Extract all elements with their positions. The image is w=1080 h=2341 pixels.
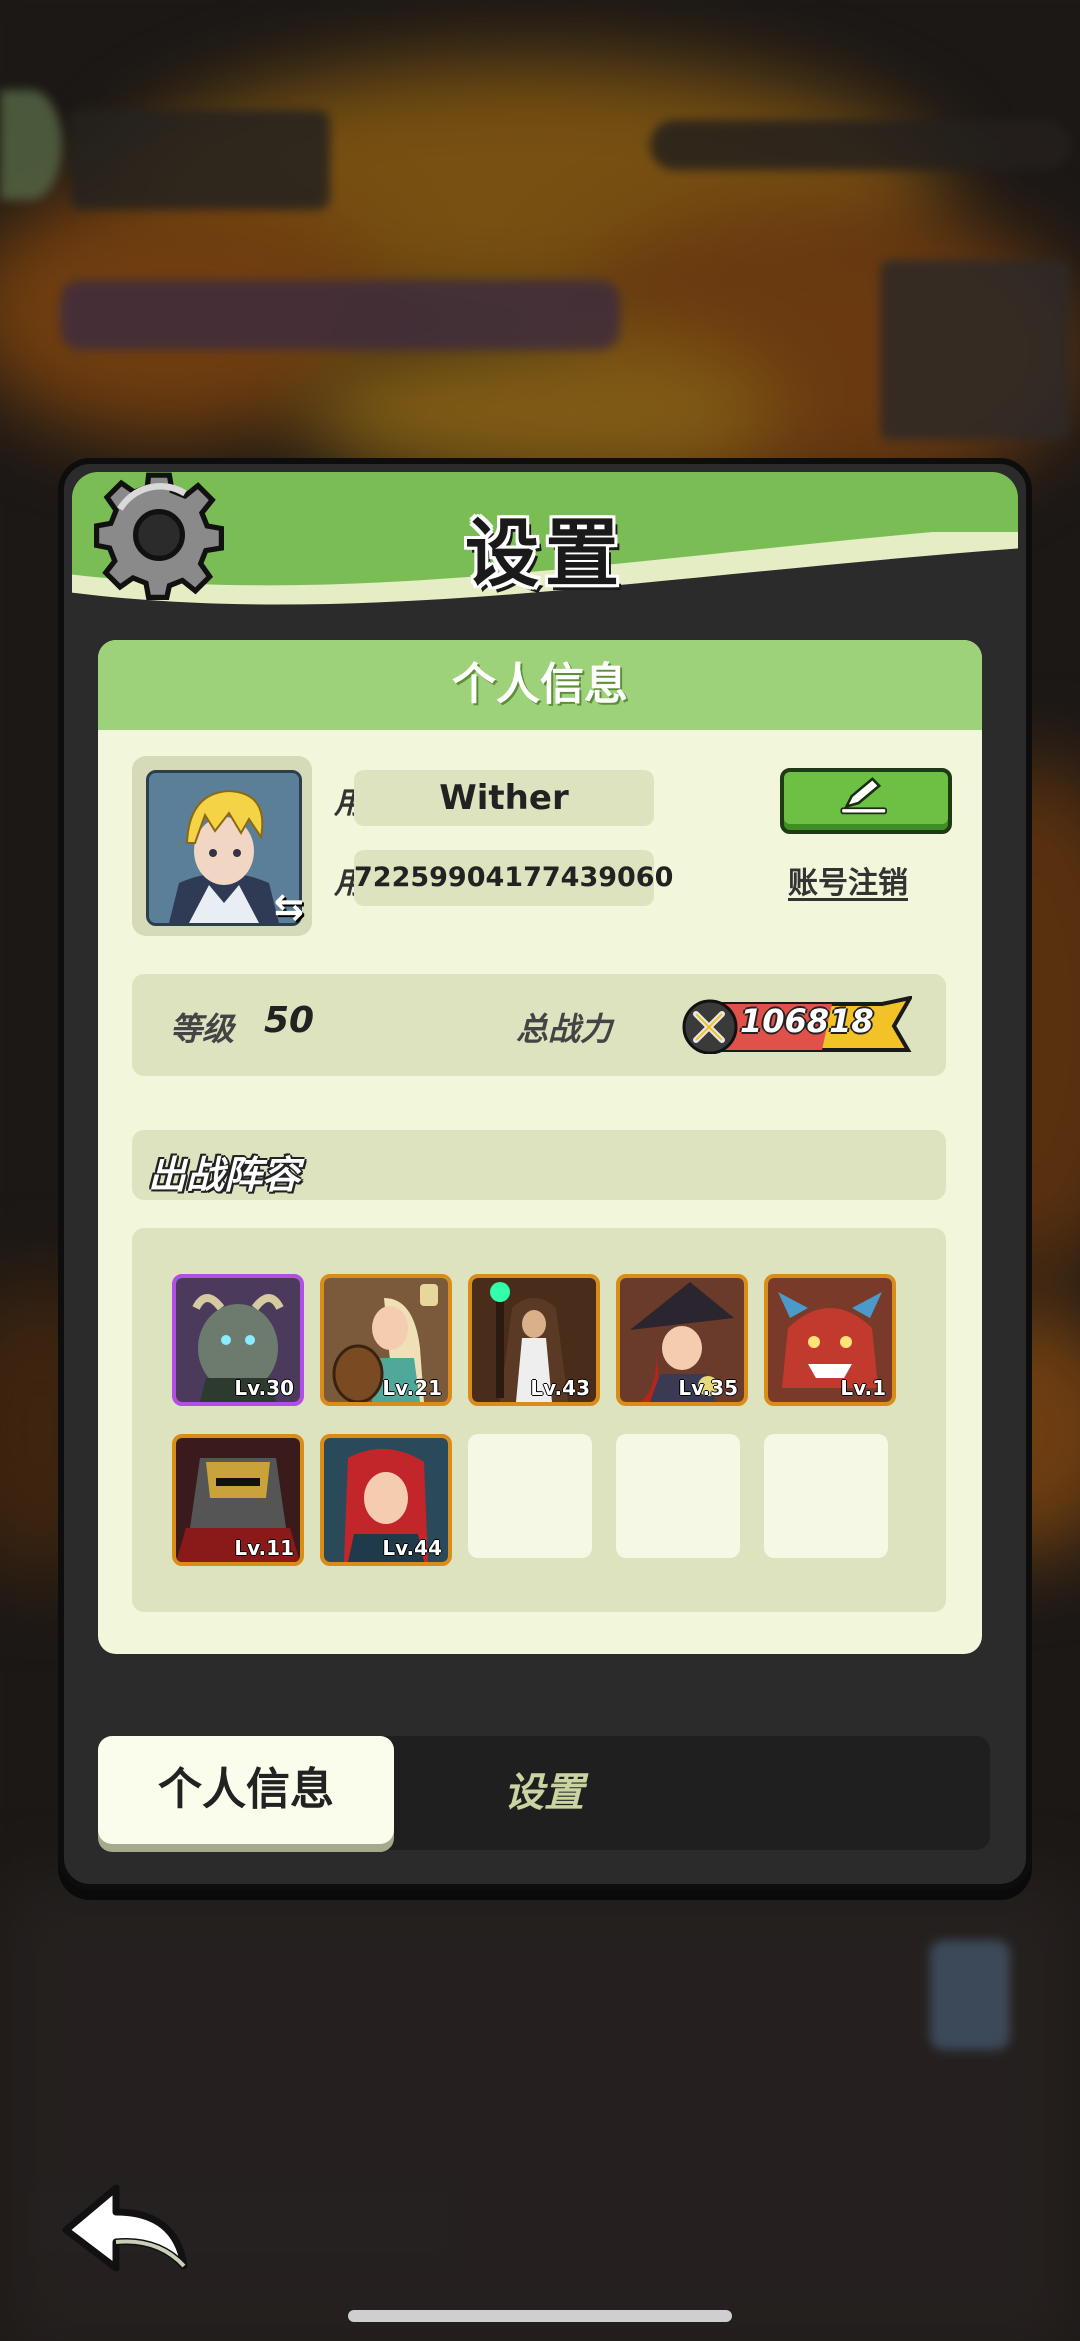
empty-slot[interactable] xyxy=(764,1434,888,1558)
hero-level: Lv.44 xyxy=(382,1536,442,1560)
hero-slot-4[interactable]: Lv.35 xyxy=(616,1274,748,1406)
power-value: 106818 xyxy=(740,1002,874,1040)
home-indicator[interactable] xyxy=(348,2310,732,2322)
panel-title: 个人信息 xyxy=(98,640,982,730)
swap-icon[interactable]: ⇆ xyxy=(274,887,304,928)
personal-info-panel: 个人信息 ⇆ 用户昵称 Wither xyxy=(98,640,982,1654)
empty-slot[interactable] xyxy=(616,1434,740,1558)
hero-slot-1[interactable]: Lv.30 xyxy=(172,1274,304,1406)
hero-slot-6[interactable]: Lv.11 xyxy=(172,1434,304,1566)
hero-level: Lv.11 xyxy=(234,1536,294,1560)
user-id-field: 72259904177439060 xyxy=(354,850,673,906)
level-label: 等级 xyxy=(170,1010,235,1048)
tab-personal-info[interactable]: 个人信息 xyxy=(98,1736,394,1844)
hero-slot-7[interactable]: Lv.44 xyxy=(320,1434,452,1566)
hero-level: Lv.43 xyxy=(530,1376,590,1400)
hero-level: Lv.1 xyxy=(840,1376,886,1400)
edit-nickname-button[interactable] xyxy=(780,768,952,834)
settings-modal: 设置 个人信息 ⇆ Wither 72259904177439060 账号注销 … xyxy=(58,458,1032,1890)
stats-row: 等级 50 总战力 106818 xyxy=(132,974,946,1076)
avatar-frame[interactable]: ⇆ xyxy=(132,756,312,936)
cancel-account-link[interactable]: 账号注销 xyxy=(788,858,908,902)
power-label: 总战力 xyxy=(516,1010,613,1048)
tab-settings[interactable]: 设置 xyxy=(394,1736,694,1850)
back-arrow-icon[interactable] xyxy=(58,2178,198,2278)
edit-pencil-icon xyxy=(840,777,887,815)
hero-slot-2[interactable]: Lv.21 xyxy=(320,1274,452,1406)
lineup-grid: Lv.30 Lv.21 Lv.43 Lv.35 Lv.1 Lv.11 Lv.44 xyxy=(132,1228,946,1612)
lineup-title: 出战阵容 xyxy=(148,1153,301,1197)
hero-level: Lv.30 xyxy=(234,1376,294,1400)
tab-bar: 个人信息 设置 xyxy=(98,1736,990,1850)
lineup-header: 出战阵容 xyxy=(132,1130,946,1200)
hero-slot-5[interactable]: Lv.1 xyxy=(764,1274,896,1406)
hero-level: Lv.35 xyxy=(678,1376,738,1400)
hero-level: Lv.21 xyxy=(382,1376,442,1400)
hero-slot-3[interactable]: Lv.43 xyxy=(468,1274,600,1406)
level-value: 50 xyxy=(264,1000,315,1041)
nickname-field: Wither xyxy=(354,770,654,826)
gear-icon xyxy=(94,472,224,600)
empty-slot[interactable] xyxy=(468,1434,592,1558)
